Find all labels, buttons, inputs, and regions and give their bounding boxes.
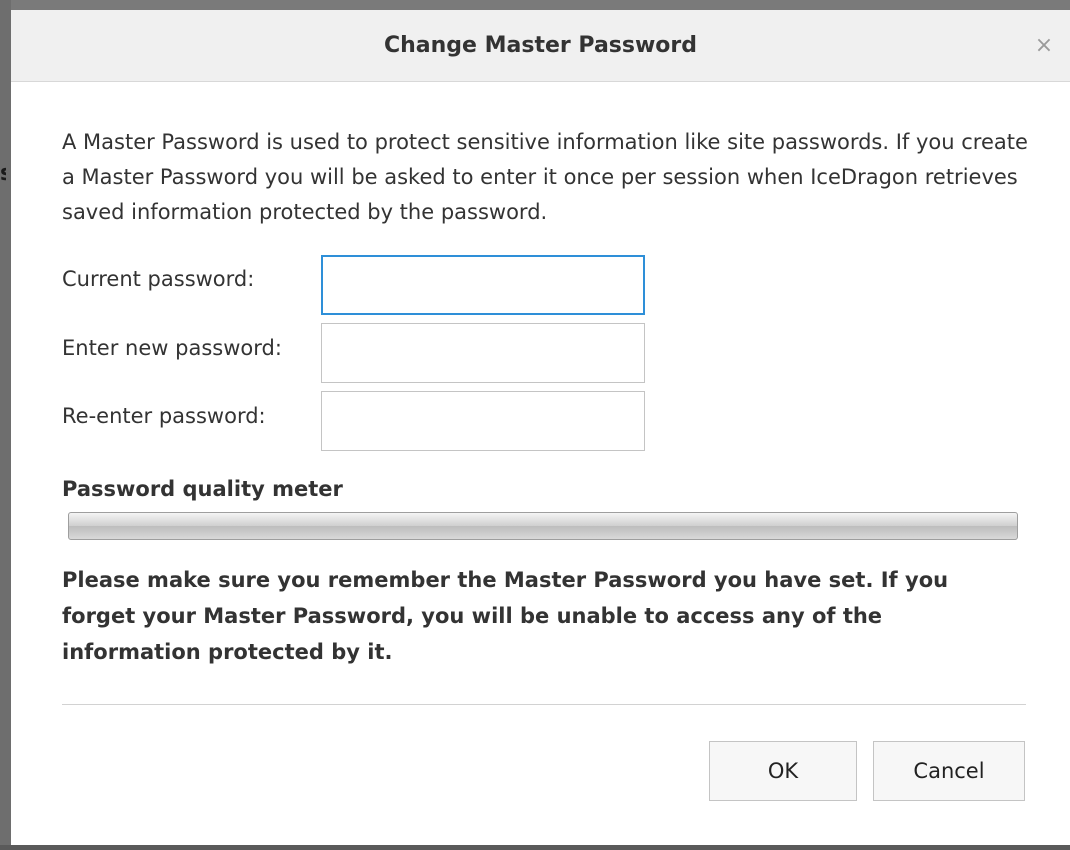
remember-password-warning: Please make sure you remember the Master… [62, 568, 949, 664]
ok-button[interactable]: OK [709, 741, 857, 801]
reenter-password-label: Re-enter password: [62, 404, 266, 428]
password-quality-meter-label: Password quality meter [62, 477, 343, 501]
background-text-fragment: s [0, 163, 6, 185]
background-window-bottom [0, 845, 1070, 850]
current-password-label: Current password: [62, 267, 255, 291]
new-password-input[interactable] [321, 323, 645, 383]
button-divider [62, 704, 1026, 705]
reenter-password-input[interactable] [321, 391, 645, 451]
background-window-top [0, 0, 1070, 10]
background-window-left [0, 0, 11, 850]
close-icon[interactable]: × [1032, 34, 1056, 58]
current-password-input[interactable] [321, 255, 645, 315]
dialog-title: Change Master Password [383, 33, 698, 58]
dialog-titlebar: Change Master Password × [11, 10, 1070, 82]
cancel-button[interactable]: Cancel [873, 741, 1025, 801]
new-password-label: Enter new password: [62, 336, 282, 360]
change-master-password-dialog: Change Master Password × A Master Passwo… [11, 10, 1070, 845]
dialog-description: A Master Password is used to protect sen… [62, 130, 1028, 224]
password-quality-meter [68, 512, 1018, 540]
